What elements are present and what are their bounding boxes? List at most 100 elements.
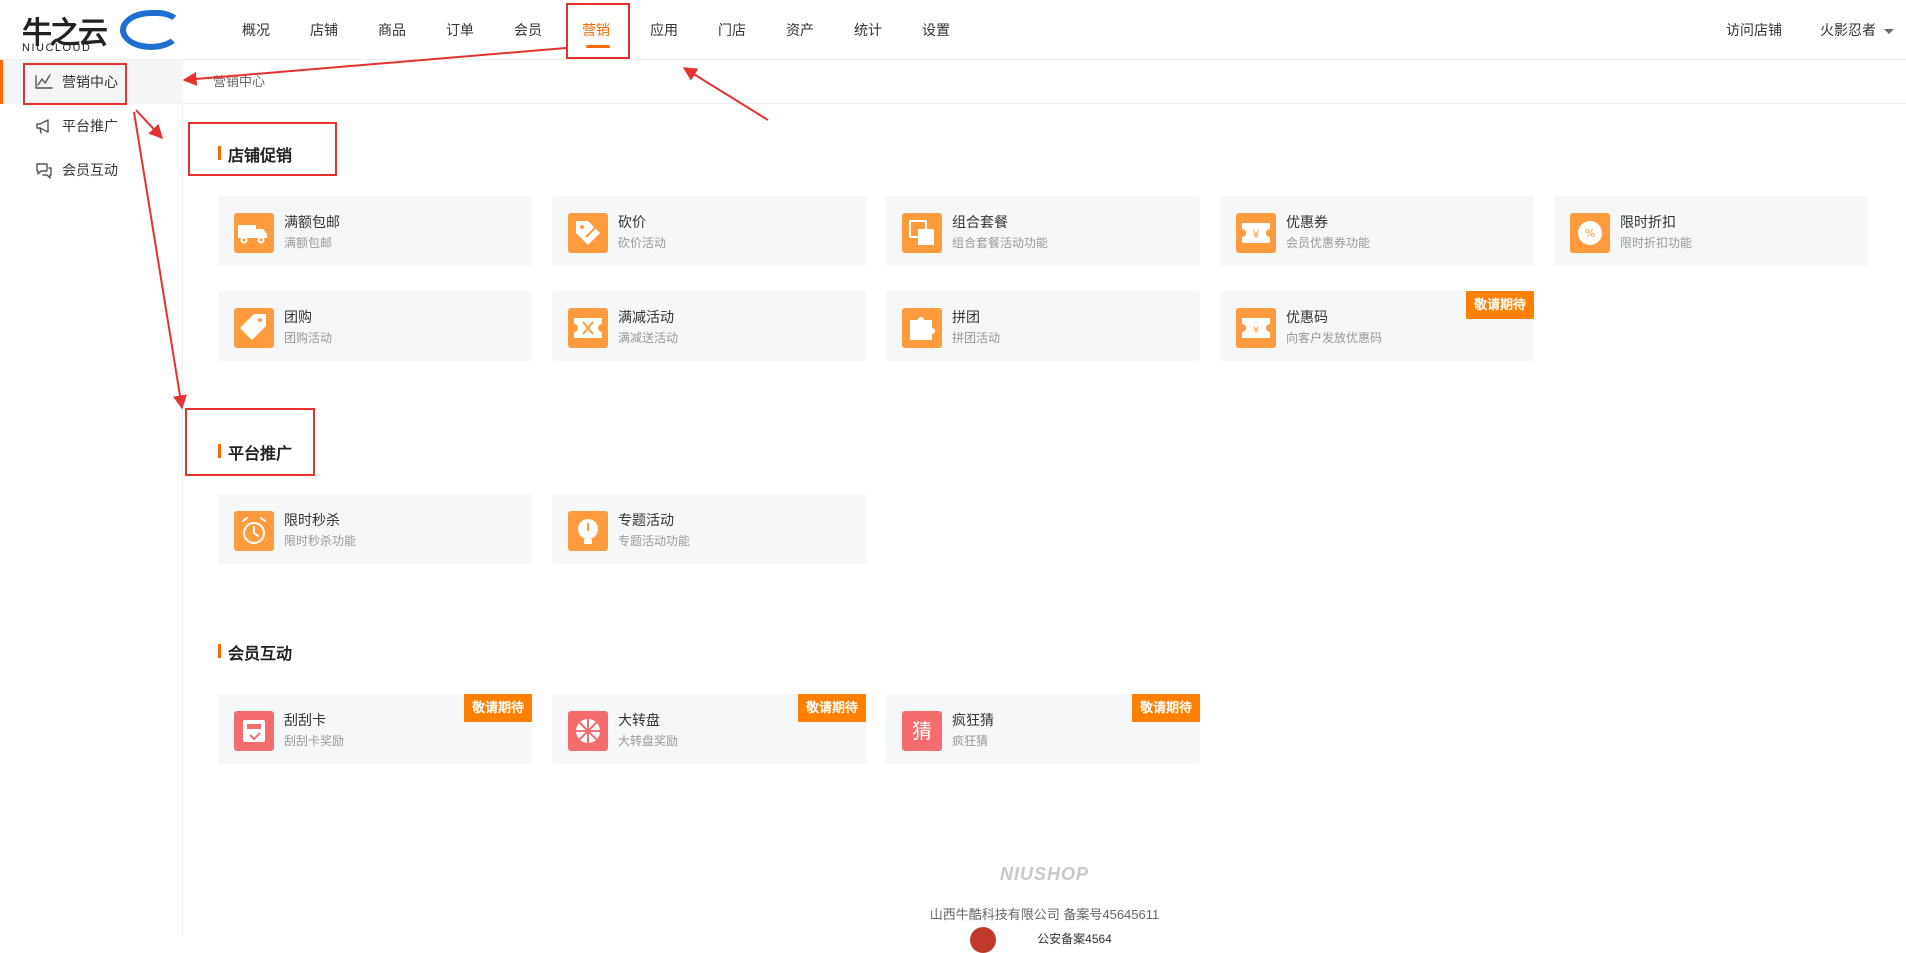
card-title: 团购 bbox=[284, 309, 312, 325]
card-description: 拼团活动 bbox=[952, 331, 1001, 345]
card-description: 刮刮卡奖励 bbox=[284, 734, 345, 748]
card-title: 大转盘 bbox=[618, 712, 660, 728]
nav-item-9[interactable]: 统计 bbox=[834, 0, 902, 60]
card-description: 限时折扣功能 bbox=[1620, 236, 1693, 250]
svg-text:%: % bbox=[1585, 227, 1595, 240]
marketing-card[interactable]: 组合套餐组合套餐活动功能 bbox=[886, 196, 1200, 266]
coming-soon-badge: 敬请期待 bbox=[797, 694, 866, 722]
marketing-card[interactable]: 大转盘大转盘奖励 敬请期待 bbox=[552, 694, 866, 764]
sidebar-item-2[interactable]: 会员互动 bbox=[0, 148, 183, 192]
coupon-code-icon: ¥ bbox=[1236, 308, 1276, 348]
section-title-0: 店铺促销 bbox=[218, 142, 292, 166]
niucloud-logo[interactable]: 牛之云 NIUCLOUD bbox=[22, 8, 182, 54]
nav-item-6[interactable]: 应用 bbox=[630, 0, 698, 60]
marketing-card[interactable]: 专题活动专题活动功能 bbox=[552, 494, 866, 564]
wheel-icon bbox=[568, 711, 608, 751]
card-title: 限时秒杀 bbox=[284, 512, 340, 528]
sidebar: 营销中心平台推广会员互动 bbox=[0, 60, 183, 937]
alarm-clock-icon bbox=[234, 511, 274, 551]
marketing-card[interactable]: 砍价 砍价活动 bbox=[552, 196, 866, 266]
sidebar-item-label: 会员互动 bbox=[62, 162, 118, 178]
coming-soon-badge: 敬请期待 bbox=[1465, 291, 1534, 319]
footer-company: 山西牛酷科技有限公司 备案号45645611 bbox=[929, 907, 1160, 922]
card-title: 满减活动 bbox=[618, 309, 674, 325]
user-menu[interactable]: 火影忍者 bbox=[1820, 20, 1894, 40]
guess-icon: 猜 bbox=[902, 711, 942, 751]
card-description: 满减送活动 bbox=[618, 331, 679, 345]
top-bar: 牛之云 NIUCLOUD 概况 店铺 商品 订单 会员 营销 应用 门店 资产 统计 设置 访问店铺… bbox=[0, 0, 1906, 60]
sidebar-item-label: 营销中心 bbox=[62, 74, 118, 90]
footer-logo: NIUSHOP bbox=[999, 864, 1089, 884]
nav-item-3[interactable]: 订单 bbox=[426, 0, 494, 60]
visit-store-link[interactable]: 访问店铺 bbox=[1726, 20, 1782, 40]
marketing-card[interactable]: 限时秒杀限时秒杀功能 bbox=[218, 494, 532, 564]
nav-item-5[interactable]: 营销 bbox=[562, 0, 630, 60]
ticket-icon bbox=[568, 308, 608, 348]
svg-text:¥: ¥ bbox=[1253, 325, 1259, 336]
card-description: 向客户发放优惠码 bbox=[1286, 331, 1383, 345]
card-title: 限时折扣 bbox=[1620, 214, 1676, 230]
chat-icon bbox=[34, 160, 54, 180]
card-description: 大转盘奖励 bbox=[618, 734, 679, 748]
marketing-card[interactable]: 刮刮卡刮刮卡奖励 敬请期待 bbox=[218, 694, 532, 764]
card-description: 砍价活动 bbox=[618, 236, 667, 250]
percent-icon: % bbox=[1570, 213, 1610, 253]
marketing-card[interactable]: 满额包邮 满额包邮 bbox=[218, 196, 532, 266]
nav-item-8[interactable]: 资产 bbox=[766, 0, 834, 60]
marketing-card[interactable]: 团购 团购活动 bbox=[218, 291, 532, 361]
card-title: 砍价 bbox=[618, 214, 646, 230]
logo-swirl-icon bbox=[120, 10, 182, 50]
card-description: 会员优惠券功能 bbox=[1286, 236, 1371, 250]
card-title: 优惠券 bbox=[1286, 214, 1328, 230]
card-title: 满额包邮 bbox=[284, 214, 340, 230]
scratch-card-icon bbox=[234, 711, 274, 751]
card-description: 疯狂猜 bbox=[952, 734, 989, 748]
svg-text:¥: ¥ bbox=[1253, 228, 1260, 241]
marketing-card[interactable]: 满减活动 满减送活动 bbox=[552, 291, 866, 361]
main-content: NIUSHOP 山西牛酷科技有限公司 备案号45645611 公安备案4564 … bbox=[183, 104, 1906, 953]
tag-cut-icon bbox=[568, 213, 608, 253]
svg-text:猜: 猜 bbox=[912, 719, 932, 743]
card-description: 满额包邮 bbox=[284, 236, 333, 250]
breadcrumb: 营销中心 bbox=[183, 60, 1906, 104]
nav-item-10[interactable]: 设置 bbox=[902, 0, 970, 60]
marketing-card[interactable]: 猜疯狂猜 疯狂猜 敬请期待 bbox=[886, 694, 1200, 764]
chevron-down-icon bbox=[1884, 28, 1894, 34]
section-title-2: 会员互动 bbox=[218, 640, 292, 664]
truck-icon bbox=[234, 213, 274, 253]
card-title: 刮刮卡 bbox=[284, 712, 326, 728]
nav-item-7[interactable]: 门店 bbox=[698, 0, 766, 60]
card-title: 专题活动 bbox=[618, 512, 674, 528]
card-description: 组合套餐活动功能 bbox=[952, 236, 1049, 250]
card-title: 疯狂猜 bbox=[952, 712, 994, 728]
card-description: 团购活动 bbox=[284, 331, 333, 345]
marketing-card[interactable]: % 限时折扣限时折扣功能 bbox=[1554, 196, 1868, 266]
sidebar-item-label: 平台推广 bbox=[62, 118, 118, 134]
marketing-card[interactable]: 拼团 拼团活动 bbox=[886, 291, 1200, 361]
price-tag-icon bbox=[234, 308, 274, 348]
sidebar-item-0[interactable]: 营销中心 bbox=[0, 60, 183, 104]
chart-line-icon bbox=[34, 72, 54, 92]
footer-police-record[interactable]: 公安备案4564 bbox=[213, 930, 1906, 947]
lightbulb-icon bbox=[568, 511, 608, 551]
nav-item-2[interactable]: 商品 bbox=[358, 0, 426, 60]
card-title: 组合套餐 bbox=[952, 214, 1008, 230]
nav-item-4[interactable]: 会员 bbox=[494, 0, 562, 60]
card-title: 拼团 bbox=[952, 309, 980, 325]
coupon-icon: ¥ bbox=[1236, 213, 1276, 253]
main-nav: 概况 店铺 商品 订单 会员 营销 应用 门店 资产 统计 设置 bbox=[222, 0, 970, 60]
puzzle-icon bbox=[902, 308, 942, 348]
user-name: 火影忍者 bbox=[1820, 22, 1876, 38]
sidebar-item-1[interactable]: 平台推广 bbox=[0, 104, 183, 148]
marketing-card[interactable]: ¥ 优惠券会员优惠券功能 bbox=[1220, 196, 1534, 266]
megaphone-icon bbox=[34, 116, 54, 136]
combo-icon bbox=[902, 213, 942, 253]
card-description: 限时秒杀功能 bbox=[284, 534, 357, 548]
card-description: 专题活动功能 bbox=[618, 534, 691, 548]
top-right-menu: 访问店铺 火影忍者 bbox=[1726, 0, 1906, 60]
nav-item-1[interactable]: 店铺 bbox=[290, 0, 358, 60]
coming-soon-badge: 敬请期待 bbox=[1131, 694, 1200, 722]
marketing-card[interactable]: ¥ 优惠码 向客户发放优惠码 敬请期待 bbox=[1220, 291, 1534, 361]
nav-item-0[interactable]: 概况 bbox=[222, 0, 290, 60]
coming-soon-badge: 敬请期待 bbox=[463, 694, 532, 722]
